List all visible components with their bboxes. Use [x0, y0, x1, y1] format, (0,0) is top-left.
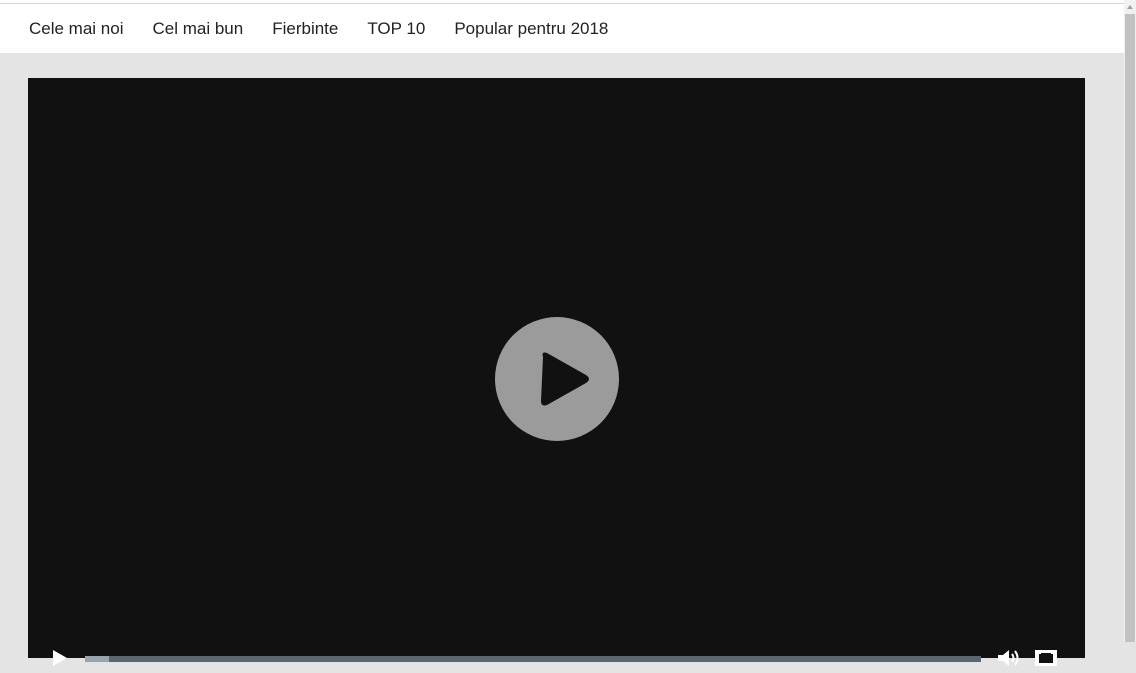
nav-item-cele-mai-noi[interactable]: Cele mai noi	[29, 19, 124, 39]
play-icon	[53, 650, 67, 666]
scroll-up-arrow[interactable]	[1124, 0, 1136, 12]
fullscreen-button[interactable]	[1033, 649, 1059, 667]
main-content	[0, 53, 1124, 666]
play-icon	[541, 352, 589, 406]
control-play-button[interactable]	[51, 648, 69, 668]
chevron-up-icon	[1127, 5, 1133, 9]
fullscreen-icon	[1035, 650, 1057, 666]
scroll-thumb[interactable]	[1125, 14, 1135, 642]
big-play-button[interactable]	[495, 317, 619, 441]
nav-item-cel-mai-bun[interactable]: Cel mai bun	[153, 19, 244, 39]
nav-item-fierbinte[interactable]: Fierbinte	[272, 19, 338, 39]
volume-icon	[998, 650, 1019, 666]
progress-bar[interactable]	[85, 656, 981, 662]
vertical-scrollbar[interactable]	[1124, 0, 1136, 642]
nav-item-top-10[interactable]: TOP 10	[367, 19, 425, 39]
nav-item-popular-2018[interactable]: Popular pentru 2018	[454, 19, 608, 39]
video-player[interactable]	[28, 78, 1085, 666]
top-navigation: Cele mai noi Cel mai bun Fierbinte TOP 1…	[0, 4, 1124, 53]
nav-list: Cele mai noi Cel mai bun Fierbinte TOP 1…	[0, 4, 1124, 53]
player-controls	[28, 623, 1085, 667]
progress-fill	[85, 656, 110, 662]
volume-button[interactable]	[997, 649, 1023, 667]
